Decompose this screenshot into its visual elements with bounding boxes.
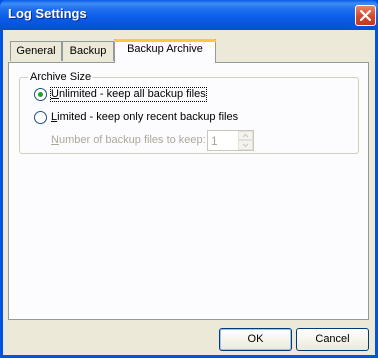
backup-count-stepper[interactable]: 1 [207,130,254,151]
chevron-down-icon [242,143,249,148]
title-bar[interactable]: Log Settings [0,0,378,30]
radio-unlimited-mnemonic: U [51,88,59,100]
stepper-buttons [238,131,253,150]
log-settings-window: Log Settings General Backup Backup Archi… [0,0,378,358]
tab-backup-archive[interactable]: Backup Archive [114,39,216,63]
tab-backup-archive-label: Backup Archive [127,43,203,55]
radio-limited-text: imited - keep only recent backup files [57,111,239,123]
tab-panel-backup-archive: Archive Size Unlimited - keep all backup… [8,62,369,320]
tab-general-label: General [16,45,56,57]
radio-limited-label[interactable]: Limited - keep only recent backup files [51,111,238,124]
stepper-up-button[interactable] [238,131,253,140]
cancel-button-label: Cancel [315,333,350,345]
backup-count-mnemonic: N [51,134,59,146]
tab-general[interactable]: General [10,41,62,61]
stepper-down-button[interactable] [238,140,253,150]
backup-count-label: Number of backup files to keep: [51,134,206,147]
window-title: Log Settings [8,6,87,21]
cancel-button[interactable]: Cancel [296,328,369,351]
archive-size-group-label: Archive Size [28,71,94,84]
ok-button-label: OK [247,333,264,345]
radio-limited[interactable] [34,111,47,124]
radio-unlimited-text: nlimited - keep all backup files [58,88,206,100]
ok-button[interactable]: OK [219,328,292,351]
backup-count-value: 1 [211,134,218,148]
radio-unlimited[interactable] [34,88,47,101]
backup-count-text: umber of backup files to keep: [58,134,206,146]
radio-unlimited-label[interactable]: Unlimited - keep all backup files [50,87,207,102]
archive-size-group: Archive Size Unlimited - keep all backup… [19,71,359,154]
dialog-client-area: General Backup Backup Archive Archive Si… [3,30,375,355]
close-button[interactable] [355,5,376,26]
tab-backup-label: Backup [69,45,107,57]
tab-backup[interactable]: Backup [62,41,114,61]
chevron-up-icon [242,133,249,138]
